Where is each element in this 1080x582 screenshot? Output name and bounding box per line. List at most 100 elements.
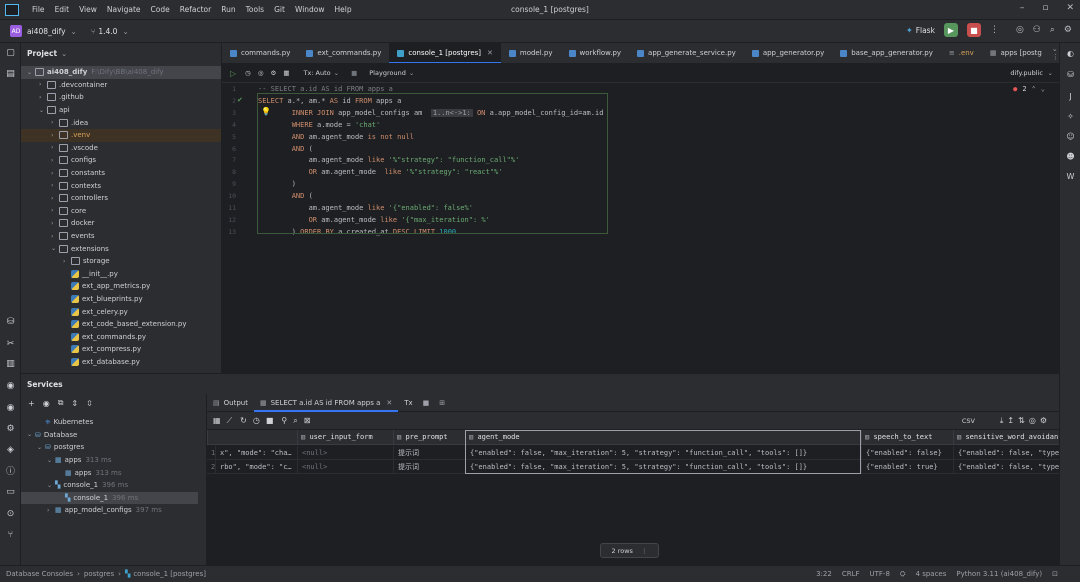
chevron-down-icon[interactable]: ⌄ [39,107,47,114]
structure-tool-icon[interactable]: ▤ [5,69,16,80]
tree-item[interactable]: › constants [21,167,221,180]
chevron-right-icon[interactable]: › [51,195,59,202]
group-icon[interactable]: ⧉ [58,398,64,408]
playground-selector[interactable]: Playground [369,69,406,77]
menu-edit[interactable]: Edit [50,5,75,14]
tab-commands[interactable]: commands.py [222,43,298,63]
tree-item[interactable]: › .devcontainer [21,79,221,92]
ai-assistant-icon[interactable]: ✧ [1065,111,1076,122]
maximize-icon[interactable]: ▫ [1042,3,1048,13]
tab-output[interactable]: ▤ Output [207,394,254,412]
tab-console-1[interactable]: console_1 [postgres] ✕ [389,43,501,63]
ai-chat-icon[interactable]: ☻ [1065,151,1076,162]
menu-run[interactable]: Run [216,5,240,14]
chevron-down-icon[interactable]: ⌄ [1041,85,1045,93]
tree-item[interactable]: › .venv [21,129,221,142]
history-icon[interactable]: ◷ [245,69,251,77]
tree-item[interactable]: › .github [21,91,221,104]
menu-git[interactable]: Git [269,5,290,14]
execute-icon[interactable]: ▷ [230,69,236,78]
tree-item[interactable]: ext_blueprints.py [21,293,221,306]
menu-code[interactable]: Code [146,5,175,14]
tree-item[interactable]: › configs [21,154,221,167]
tree-item[interactable]: __init__.py [21,268,221,281]
settings-icon[interactable]: ⚙ [271,69,277,77]
tab-overflow-icon[interactable]: ⌄ ⋮ [1052,45,1059,61]
close-tab-icon[interactable]: ✕ [487,49,493,57]
more-icon[interactable]: ⋮ [990,25,999,35]
more-icon[interactable]: ⋮ [641,547,648,555]
chevron-down-icon[interactable]: ⌄ [47,482,55,489]
table-cell[interactable]: {"enabled": true} [861,460,953,474]
service-item[interactable]: ▦ apps 313 ms [21,466,198,479]
file-encoding[interactable]: UTF-8 [870,570,890,579]
menu-tools[interactable]: Tools [241,5,269,14]
tab-app-generate-service[interactable]: app_generate_service.py [629,43,744,63]
close-icon[interactable]: ✕ [1066,3,1074,13]
menu-navigate[interactable]: Navigate [102,5,146,14]
menu-view[interactable]: View [74,5,102,14]
lightbulb-icon[interactable]: 💡 [261,107,271,116]
add-service-icon[interactable]: + [28,399,35,408]
service-item[interactable]: › ▦ app_model_configs 397 ms [21,504,198,517]
schema-selector[interactable]: dify.public [1010,69,1043,77]
run-config-selector[interactable]: Flask [916,26,935,35]
breadcrumb-postgres[interactable]: postgres [84,570,114,578]
settings-icon[interactable]: ⚙ [1064,25,1072,35]
project-tool-icon[interactable]: ▢ [5,48,16,59]
services-active-icon[interactable]: ◉ [5,403,16,414]
chevron-right-icon[interactable]: › [51,207,59,214]
breadcrumb-db-consoles[interactable]: Database Consoles [6,570,73,578]
tab-env[interactable]: ≡ .env [941,43,982,63]
minimize-icon[interactable]: – [1020,3,1025,13]
run-button[interactable]: ▶ [943,23,958,37]
tree-item[interactable]: › .vscode [21,142,221,155]
chevron-right-icon[interactable]: › [47,507,55,514]
search-icon[interactable]: ⌕ [293,416,297,426]
column-header-sensitive-word[interactable]: ▥ sensitive_word_avoidan [953,430,1059,445]
tree-item[interactable]: ext_compress.py [21,343,221,356]
table-cell[interactable]: {"enabled": false, "type [953,460,1059,474]
tree-item[interactable]: › storage [21,255,221,268]
table-cell[interactable]: x", "mode": "cha… [215,446,297,460]
tree-item[interactable]: ext_app_metrics.py [21,280,221,293]
tree-item[interactable]: ext_code_based_extension.py [21,318,221,331]
menu-refactor[interactable]: Refactor [175,5,216,14]
table-cell[interactable]: {"enabled": false, "type [953,446,1059,460]
search-icon[interactable]: ⌕ [1050,25,1055,35]
database-icon[interactable]: ⛁ [1065,69,1076,80]
history-icon[interactable]: ◷ [253,416,260,425]
chart-view-icon[interactable]: ⟋ [227,416,233,426]
tab-tx[interactable]: Tx [398,394,418,412]
chevron-right-icon[interactable]: › [51,157,59,164]
stop-button[interactable]: ■ [966,23,981,37]
copilot-icon[interactable]: ◎ [1016,25,1024,35]
chevron-down-icon[interactable]: ⌄ [51,245,59,252]
chevron-right-icon[interactable]: › [63,258,71,265]
project-selector[interactable]: ai408_dify [27,27,66,36]
export-format-selector[interactable]: CSV [962,417,975,425]
terminal-icon[interactable]: ▭ [5,487,16,498]
chevron-down-icon[interactable]: ⌄ [37,444,45,451]
notifications-icon[interactable]: ◐ [1065,48,1076,59]
chevron-down-icon[interactable]: ⌄ [334,69,339,77]
tab-workflow[interactable]: workflow.py [561,43,630,63]
tree-item[interactable]: ⌄ extensions [21,242,221,255]
chevron-right-icon[interactable]: › [39,81,47,88]
tx-mode-selector[interactable]: Tx: Auto [303,69,330,77]
pin-icon[interactable]: ⚲ [281,416,287,425]
stop-icon[interactable]: ■ [266,416,274,425]
chevron-right-icon[interactable]: › [39,94,47,101]
chevron-down-icon[interactable]: ⌄ [71,27,77,36]
row-count-pill[interactable]: 2 rows ⋮ [600,543,659,558]
menu-file[interactable]: File [27,5,50,14]
chevron-down-icon[interactable]: ⌄ [47,457,55,464]
table-cell[interactable]: <null> [297,460,393,474]
tree-item[interactable]: ext_celery.py [21,305,221,318]
column-header-speech-to-text[interactable]: ▥ speech_to_text [861,430,953,445]
breadcrumb-console[interactable]: console_1 [postgres] [133,570,206,578]
column-header-pre-prompt[interactable]: ▥ pre_prompt [393,430,465,445]
python-interpreter[interactable]: Python 3.11 (ai408_dify) [956,570,1042,579]
code-line[interactable]: -- SELECT a.id AS id FROM apps a [258,85,393,93]
chevron-up-icon[interactable]: ⌃ [1032,85,1036,93]
